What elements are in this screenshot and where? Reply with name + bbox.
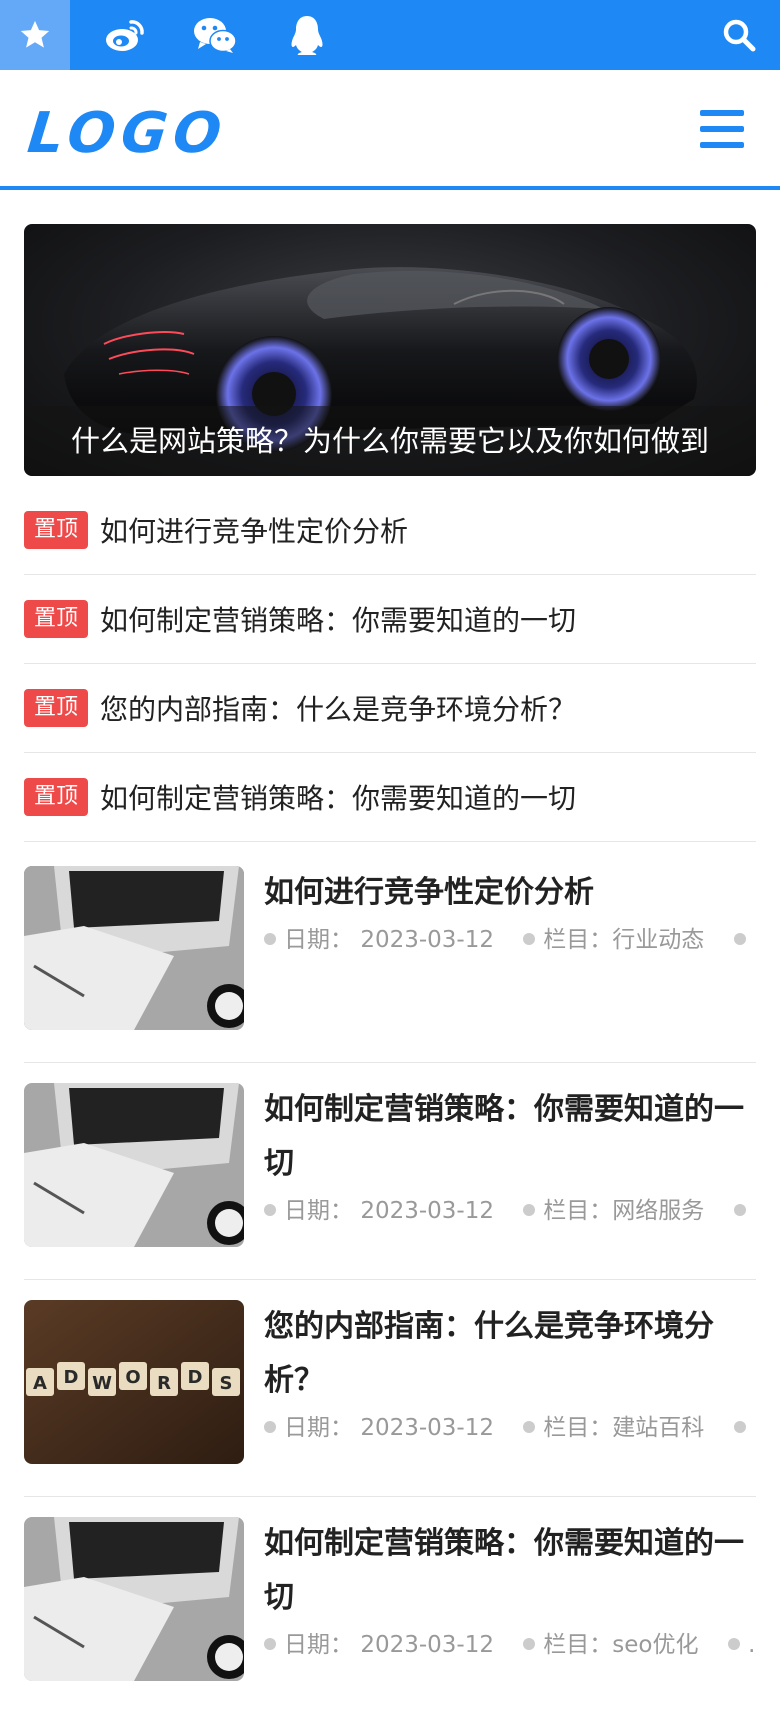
top-bar xyxy=(0,0,780,70)
category-label: 栏目： xyxy=(543,927,613,953)
article-item[interactable]: 如何制定营销策略：你需要知道的一切 日期： 2023-03-12 栏目：网络服务… xyxy=(24,1063,756,1280)
adwords-image: ADWORDS xyxy=(24,1300,244,1464)
letter-tile-text: A xyxy=(33,1373,47,1394)
pinned-item[interactable]: 置顶 您的内部指南：什么是竞争环境分析？ xyxy=(24,664,756,753)
article-item[interactable]: ADWORDS 您的内部指南：什么是竞争环境分析？ 日期： 2023-03-12… xyxy=(24,1280,756,1497)
date-label: 日期： xyxy=(284,1415,353,1441)
site-logo[interactable]: LOGO xyxy=(25,101,231,166)
search-icon[interactable] xyxy=(716,12,762,58)
letter-tile-text: D xyxy=(64,1367,79,1388)
article-list: 如何进行竞争性定价分析 日期： 2023-03-12 栏目：行业动态 … 如何制… xyxy=(24,846,756,1714)
category-group: 栏目：建站百科 xyxy=(543,1415,704,1441)
article-category[interactable]: seo优化 xyxy=(612,1632,698,1658)
date-label: 日期： xyxy=(284,1632,353,1658)
qq-icon[interactable] xyxy=(284,12,330,58)
article-title[interactable]: 您的内部指南：什么是竞争环境分析？ xyxy=(264,1300,756,1408)
category-label: 栏目： xyxy=(543,1632,613,1658)
article-title[interactable]: 如何进行竞争性定价分析 xyxy=(264,866,756,920)
pinned-title[interactable]: 如何制定营销策略：你需要知道的一切 xyxy=(100,777,576,817)
article-date: 2023-03-12 xyxy=(360,1632,494,1658)
article-item[interactable]: 如何制定营销策略：你需要知道的一切 日期： 2023-03-12 栏目：seo优… xyxy=(24,1497,756,1714)
pinned-badge: 置顶 xyxy=(24,778,89,816)
article-category[interactable]: 行业动态 xyxy=(612,927,704,953)
article-date: 2023-03-12 xyxy=(360,1198,494,1224)
banner-caption[interactable]: 什么是网站策略？为什么你需要它以及你如何做到 xyxy=(24,406,756,476)
article-item[interactable]: 如何进行竞争性定价分析 日期： 2023-03-12 栏目：行业动态 … xyxy=(24,846,756,1063)
pinned-badge: 置顶 xyxy=(24,600,89,638)
letter-tile-text: D xyxy=(188,1367,203,1388)
pinned-list: 置顶 如何进行竞争性定价分析 置顶 如何制定营销策略：你需要知道的一切 置顶 您… xyxy=(24,486,756,842)
article-meta: 日期： 2023-03-12 栏目：行业动态 … xyxy=(264,920,756,960)
date-label: 日期： xyxy=(284,927,353,953)
article-category[interactable]: 建站百科 xyxy=(612,1415,704,1441)
pinned-title[interactable]: 如何进行竞争性定价分析 xyxy=(100,510,408,550)
article-title[interactable]: 如何制定营销策略：你需要知道的一切 xyxy=(264,1517,756,1625)
article-date: 2023-03-12 xyxy=(360,927,494,953)
dot-icon xyxy=(264,1421,276,1433)
article-meta: 日期： 2023-03-12 栏目：网络服务 … xyxy=(264,1191,756,1231)
date-label: 日期： xyxy=(284,1198,353,1224)
laptop-image xyxy=(24,1517,244,1681)
more-indicator: … xyxy=(754,1415,756,1441)
article-thumbnail[interactable] xyxy=(24,866,244,1030)
pinned-title[interactable]: 您的内部指南：什么是竞争环境分析？ xyxy=(100,688,576,728)
menu-bar-bottom xyxy=(700,142,744,148)
article-meta: 日期： 2023-03-12 栏目：建站百科 … xyxy=(264,1408,756,1448)
article-thumbnail[interactable] xyxy=(24,1517,244,1681)
weibo-icon[interactable] xyxy=(102,12,148,58)
dot-icon xyxy=(523,1421,536,1433)
category-group: 栏目：seo优化 xyxy=(543,1632,698,1658)
more-indicator: … xyxy=(754,1198,756,1224)
category-group: 栏目：网络服务 xyxy=(543,1198,704,1224)
dot-icon xyxy=(733,1421,746,1433)
dot-icon xyxy=(733,933,746,945)
dot-icon xyxy=(523,1638,536,1650)
wechat-icon[interactable] xyxy=(192,12,238,58)
pinned-item[interactable]: 置顶 如何制定营销策略：你需要知道的一切 xyxy=(24,575,756,664)
article-meta: 日期： 2023-03-12 栏目：seo优化 … xyxy=(264,1625,756,1665)
dot-icon xyxy=(727,1638,740,1650)
menu-bar-middle xyxy=(700,126,744,132)
date-group: 日期： 2023-03-12 xyxy=(284,927,494,953)
category-group: 栏目：行业动态 xyxy=(543,927,704,953)
site-header: LOGO xyxy=(0,70,780,190)
category-label: 栏目： xyxy=(543,1415,613,1441)
dot-icon xyxy=(523,933,536,945)
star-icon xyxy=(20,20,50,48)
letter-tile-text: S xyxy=(220,1373,233,1394)
banner-slider[interactable]: 什么是网站策略？为什么你需要它以及你如何做到 xyxy=(24,224,756,476)
letter-tile-text: W xyxy=(92,1373,112,1394)
more-indicator: … xyxy=(754,927,756,953)
dot-icon xyxy=(264,933,276,945)
favorite-button[interactable] xyxy=(0,0,70,70)
pinned-title[interactable]: 如何制定营销策略：你需要知道的一切 xyxy=(100,599,576,639)
article-title[interactable]: 如何制定营销策略：你需要知道的一切 xyxy=(264,1083,756,1191)
dot-icon xyxy=(264,1204,276,1216)
laptop-image xyxy=(24,866,244,1030)
article-thumbnail[interactable]: ADWORDS xyxy=(24,1300,244,1464)
article-category[interactable]: 网络服务 xyxy=(612,1198,704,1224)
date-group: 日期： 2023-03-12 xyxy=(284,1632,494,1658)
date-group: 日期： 2023-03-12 xyxy=(284,1415,494,1441)
pinned-badge: 置顶 xyxy=(24,511,89,549)
pinned-item[interactable]: 置顶 如何制定营销策略：你需要知道的一切 xyxy=(24,753,756,842)
more-indicator: … xyxy=(748,1632,756,1658)
dot-icon xyxy=(523,1204,536,1216)
date-group: 日期： 2023-03-12 xyxy=(284,1198,494,1224)
letter-tile-text: O xyxy=(125,1367,140,1388)
hamburger-menu-icon xyxy=(700,110,744,116)
category-label: 栏目： xyxy=(543,1198,613,1224)
pinned-badge: 置顶 xyxy=(24,689,89,727)
dot-icon xyxy=(733,1204,746,1216)
dot-icon xyxy=(264,1638,276,1650)
menu-button[interactable] xyxy=(700,110,744,148)
article-date: 2023-03-12 xyxy=(360,1415,494,1441)
pinned-item[interactable]: 置顶 如何进行竞争性定价分析 xyxy=(24,486,756,575)
laptop-image xyxy=(24,1083,244,1247)
article-thumbnail[interactable] xyxy=(24,1083,244,1247)
letter-tile-text: R xyxy=(157,1373,171,1394)
